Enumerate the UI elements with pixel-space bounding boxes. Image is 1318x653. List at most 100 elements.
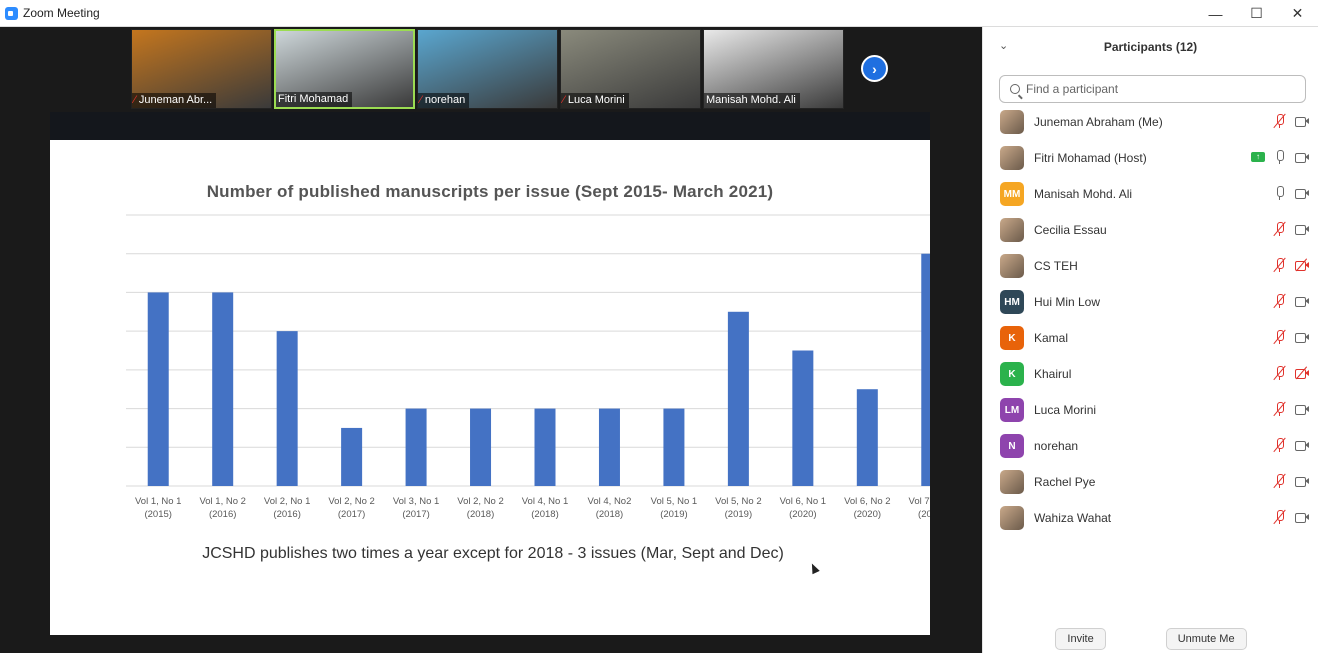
x-tick-label: Vol 1, No 1 bbox=[135, 496, 181, 507]
bar bbox=[470, 408, 492, 486]
participant-status-icons: ↑ bbox=[1251, 150, 1309, 164]
chart-title: Number of published manuscripts per issu… bbox=[206, 182, 774, 201]
close-button[interactable]: ✕ bbox=[1277, 0, 1318, 27]
participant-row[interactable]: Wahiza Wahat bbox=[983, 500, 1318, 536]
participant-status-icons bbox=[1273, 329, 1309, 345]
participant-row[interactable]: Fitri Mohamad (Host) ↑ bbox=[983, 140, 1318, 176]
video-thumbnail[interactable]: Manisah Mohd. Ali bbox=[703, 29, 844, 109]
bar bbox=[598, 408, 620, 486]
participant-name: norehan bbox=[1034, 439, 1079, 453]
x-tick-label: (2021) bbox=[918, 509, 930, 520]
avatar: LM bbox=[1000, 398, 1024, 422]
mic-muted-icon bbox=[1273, 437, 1287, 453]
x-tick-label: Vol 4, No 1 bbox=[522, 496, 568, 507]
participant-name: Luca Morini bbox=[1034, 403, 1097, 417]
participant-row[interactable]: Rachel Pye bbox=[983, 464, 1318, 500]
x-tick-label: Vol 2, No 1 bbox=[264, 496, 310, 507]
bar bbox=[792, 350, 814, 486]
mic-muted-icon bbox=[1273, 509, 1287, 525]
participant-row[interactable]: Cecilia Essau bbox=[983, 212, 1318, 248]
bar bbox=[921, 253, 930, 486]
participant-status-icons bbox=[1273, 257, 1309, 273]
shared-screen: Vol 1, No 1 (2015) Vol 1, No 2 (2016) Vol 2,… bbox=[50, 112, 930, 635]
video-thumbnail[interactable]: ⁄ norehan bbox=[417, 29, 558, 109]
x-tick-label: (2018) bbox=[467, 509, 494, 520]
slide-caption: JCSHD publishes two times a year except … bbox=[202, 545, 784, 562]
thumbnail-label: ⁄ Juneman Abr... bbox=[132, 93, 217, 108]
zoom-app-icon bbox=[5, 6, 18, 20]
video-icon bbox=[1295, 438, 1309, 452]
avatar: K bbox=[1000, 362, 1024, 386]
x-tick-label: (2020) bbox=[854, 509, 881, 520]
x-tick-label: Vol 2, No 2 bbox=[457, 496, 503, 507]
avatar bbox=[1000, 506, 1024, 530]
participant-row[interactable]: MM Manisah Mohd. Ali bbox=[983, 176, 1318, 212]
participant-name: Cecilia Essau bbox=[1034, 223, 1107, 237]
mic-muted-icon: ⁄ bbox=[420, 94, 422, 106]
mic-muted-icon: ⁄ bbox=[134, 94, 136, 106]
next-thumbnails-button[interactable]: › bbox=[861, 55, 888, 82]
participant-row[interactable]: HM Hui Min Low bbox=[983, 284, 1318, 320]
minimize-button[interactable]: — bbox=[1195, 0, 1236, 27]
title-bar: Zoom Meeting — ☐ ✕ bbox=[0, 0, 1318, 27]
thumbnail-label: Manisah Mohd. Ali bbox=[704, 93, 800, 108]
mic-muted-icon bbox=[1273, 329, 1287, 345]
participant-row[interactable]: K Khairul bbox=[983, 356, 1318, 392]
participant-name: Fitri Mohamad (Host) bbox=[1034, 151, 1147, 165]
mic-icon bbox=[1273, 186, 1287, 200]
avatar: HM bbox=[1000, 290, 1024, 314]
x-tick-label: (2017) bbox=[402, 509, 429, 520]
mic-muted-icon bbox=[1273, 473, 1287, 489]
x-tick-label: (2019) bbox=[725, 509, 752, 520]
chevron-down-icon[interactable]: ⌄ bbox=[999, 39, 1008, 52]
mic-icon bbox=[1273, 150, 1287, 164]
maximize-button[interactable]: ☐ bbox=[1236, 0, 1277, 27]
video-icon bbox=[1295, 294, 1309, 308]
bar bbox=[147, 292, 169, 486]
bar bbox=[727, 311, 749, 486]
x-tick-label: Vol 3, No 1 bbox=[393, 496, 439, 507]
participant-name: Juneman Abraham (Me) bbox=[1034, 115, 1163, 129]
participant-search[interactable] bbox=[999, 75, 1306, 103]
video-icon bbox=[1295, 186, 1309, 200]
x-tick-label: Vol 1, No 2 bbox=[199, 496, 245, 507]
mic-muted-icon bbox=[1273, 401, 1287, 417]
participant-name: CS TEH bbox=[1034, 259, 1078, 273]
bar bbox=[341, 427, 363, 486]
participant-row[interactable]: CS TEH bbox=[983, 248, 1318, 284]
mic-muted-icon bbox=[1273, 221, 1287, 237]
search-input[interactable] bbox=[1026, 82, 1296, 96]
video-icon bbox=[1295, 150, 1309, 164]
bar bbox=[212, 292, 234, 486]
participant-row[interactable]: K Kamal bbox=[983, 320, 1318, 356]
thumbnail-label: ⁄ norehan bbox=[418, 93, 470, 108]
bar bbox=[663, 408, 685, 486]
video-icon bbox=[1295, 114, 1309, 128]
x-tick-label: (2016) bbox=[209, 509, 236, 520]
video-icon bbox=[1295, 474, 1309, 488]
participant-row[interactable]: Nnorehan bbox=[983, 428, 1318, 464]
video-thumbnail[interactable]: ⁄ Juneman Abr... bbox=[131, 29, 272, 109]
video-thumbnail[interactable]: ⁄ Luca Morini bbox=[560, 29, 701, 109]
participant-row[interactable]: Juneman Abraham (Me) bbox=[983, 104, 1318, 140]
bar bbox=[856, 389, 878, 486]
x-tick-label: (2017) bbox=[338, 509, 365, 520]
video-icon bbox=[1295, 402, 1309, 416]
x-tick-label: Vol 5, No 1 bbox=[651, 496, 697, 507]
video-icon bbox=[1295, 330, 1309, 344]
participant-name: Manisah Mohd. Ali bbox=[1034, 187, 1133, 201]
x-tick-label: Vol 7, No 1 bbox=[909, 496, 930, 507]
participant-status-icons bbox=[1273, 113, 1309, 129]
video-thumbnail-active-speaker[interactable]: Fitri Mohamad bbox=[274, 29, 415, 109]
invite-button[interactable]: Invite bbox=[1055, 628, 1106, 650]
avatar bbox=[1000, 470, 1024, 494]
meeting-area: ⁄ Juneman Abr... Fitri Mohamad ⁄ norehan ⁄… bbox=[0, 27, 982, 653]
mic-muted-icon: ⁄ bbox=[563, 94, 565, 106]
unmute-me-button[interactable]: Unmute Me bbox=[1165, 628, 1247, 650]
participant-status-icons bbox=[1273, 509, 1309, 525]
video-off-icon bbox=[1295, 258, 1309, 272]
bar bbox=[276, 331, 298, 486]
mic-muted-icon bbox=[1273, 365, 1287, 381]
participant-row[interactable]: LM Luca Morini bbox=[983, 392, 1318, 428]
x-tick-label: (2019) bbox=[660, 509, 687, 520]
